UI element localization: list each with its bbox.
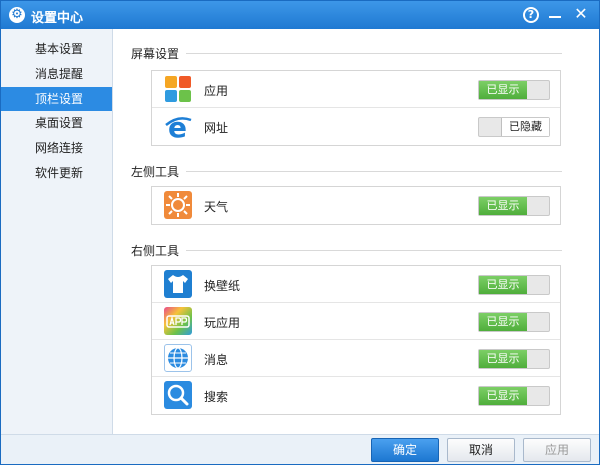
section-divider [186, 53, 562, 54]
setting-row-search: 搜索 已显示 [152, 377, 560, 414]
toggle-state-label: 已显示 [479, 276, 527, 294]
setting-row-weather: 天气 已显示 [152, 187, 560, 224]
setting-row-apps: 应用 已显示 [152, 71, 560, 108]
section-title-screen: 屏幕设置 [131, 47, 180, 61]
right-tools-group: 换壁纸 已显示 玩应用 已显示 消息 已显示 搜索 已显示 [151, 265, 561, 415]
tshirt-icon [164, 270, 192, 298]
sidebar-item-basic[interactable]: 基本设置 [1, 37, 112, 61]
browser-e-icon: e [164, 111, 192, 144]
setting-label: 网址 [204, 121, 229, 135]
sidebar-item-desktop[interactable]: 桌面设置 [1, 111, 112, 135]
setting-label: 消息 [204, 353, 229, 367]
sidebar: 基本设置 消息提醒 顶栏设置 桌面设置 网络连接 软件更新 [1, 29, 113, 434]
ok-button[interactable]: 确定 [371, 438, 439, 462]
help-button[interactable]: ? [519, 3, 543, 25]
toggle-state-label: 已显示 [479, 350, 527, 368]
toggle-state-label: 已显示 [479, 313, 527, 331]
window-title: 设置中心 [31, 11, 84, 26]
wallpaper-toggle[interactable]: 已显示 [478, 275, 550, 295]
setting-row-play-apps: 玩应用 已显示 [152, 303, 560, 340]
setting-row-messages: 消息 已显示 [152, 340, 560, 377]
gear-icon: ⚙ [9, 7, 25, 23]
sidebar-item-update[interactable]: 软件更新 [1, 161, 112, 185]
sun-icon [164, 191, 192, 219]
close-icon: ✕ [574, 4, 588, 23]
minimize-icon [549, 16, 561, 18]
app-badge-icon [164, 307, 192, 335]
screen-group: 应用 已显示 e 网址 已隐藏 [151, 70, 561, 146]
messages-toggle[interactable]: 已显示 [478, 349, 550, 369]
magnifier-icon [164, 381, 192, 409]
section-divider [186, 171, 562, 172]
apps-toggle[interactable]: 已显示 [478, 80, 550, 100]
apply-button[interactable]: 应用 [523, 438, 591, 462]
globe-message-icon [164, 344, 192, 372]
section-title-left-tools: 左侧工具 [131, 165, 180, 179]
toggle-state-label: 已显示 [479, 197, 527, 215]
sidebar-item-notifications[interactable]: 消息提醒 [1, 62, 112, 86]
close-button[interactable]: ✕ [569, 3, 593, 25]
play-apps-toggle[interactable]: 已显示 [478, 312, 550, 332]
setting-label: 天气 [204, 200, 229, 214]
toggle-state-label: 已隐藏 [501, 118, 549, 136]
footer-bar: 确定 取消 应用 [1, 434, 599, 464]
weather-toggle[interactable]: 已显示 [478, 196, 550, 216]
svg-text:e: e [168, 112, 187, 140]
setting-label: 搜索 [204, 390, 229, 404]
question-icon: ? [523, 7, 539, 23]
minimize-button[interactable] [543, 3, 567, 25]
setting-label: 换壁纸 [204, 279, 241, 293]
setting-label: 玩应用 [204, 316, 241, 330]
left-tools-group: 天气 已显示 [151, 186, 561, 225]
cancel-button[interactable]: 取消 [447, 438, 515, 462]
url-toggle[interactable]: 已隐藏 [478, 117, 550, 137]
apps-grid-icon [164, 75, 192, 103]
setting-label: 应用 [204, 84, 229, 98]
toggle-state-label: 已显示 [479, 81, 527, 99]
main-panel: 屏幕设置 应用 已显示 e 网址 已隐藏 左侧工具 天气 已显示 右侧工具 换壁… [114, 29, 599, 434]
section-divider [186, 250, 562, 251]
setting-row-wallpaper: 换壁纸 已显示 [152, 266, 560, 303]
settings-window: ⚙ 设置中心 ? ✕ 基本设置 消息提醒 顶栏设置 桌面设置 网络连接 软件更新… [0, 0, 600, 465]
setting-row-url: e 网址 已隐藏 [152, 108, 560, 145]
toggle-state-label: 已显示 [479, 387, 527, 405]
sidebar-item-network[interactable]: 网络连接 [1, 136, 112, 160]
sidebar-item-topbar[interactable]: 顶栏设置 [1, 87, 112, 111]
search-toggle[interactable]: 已显示 [478, 386, 550, 406]
section-title-right-tools: 右侧工具 [131, 244, 180, 258]
title-bar[interactable]: ⚙ 设置中心 ? ✕ [1, 1, 599, 29]
